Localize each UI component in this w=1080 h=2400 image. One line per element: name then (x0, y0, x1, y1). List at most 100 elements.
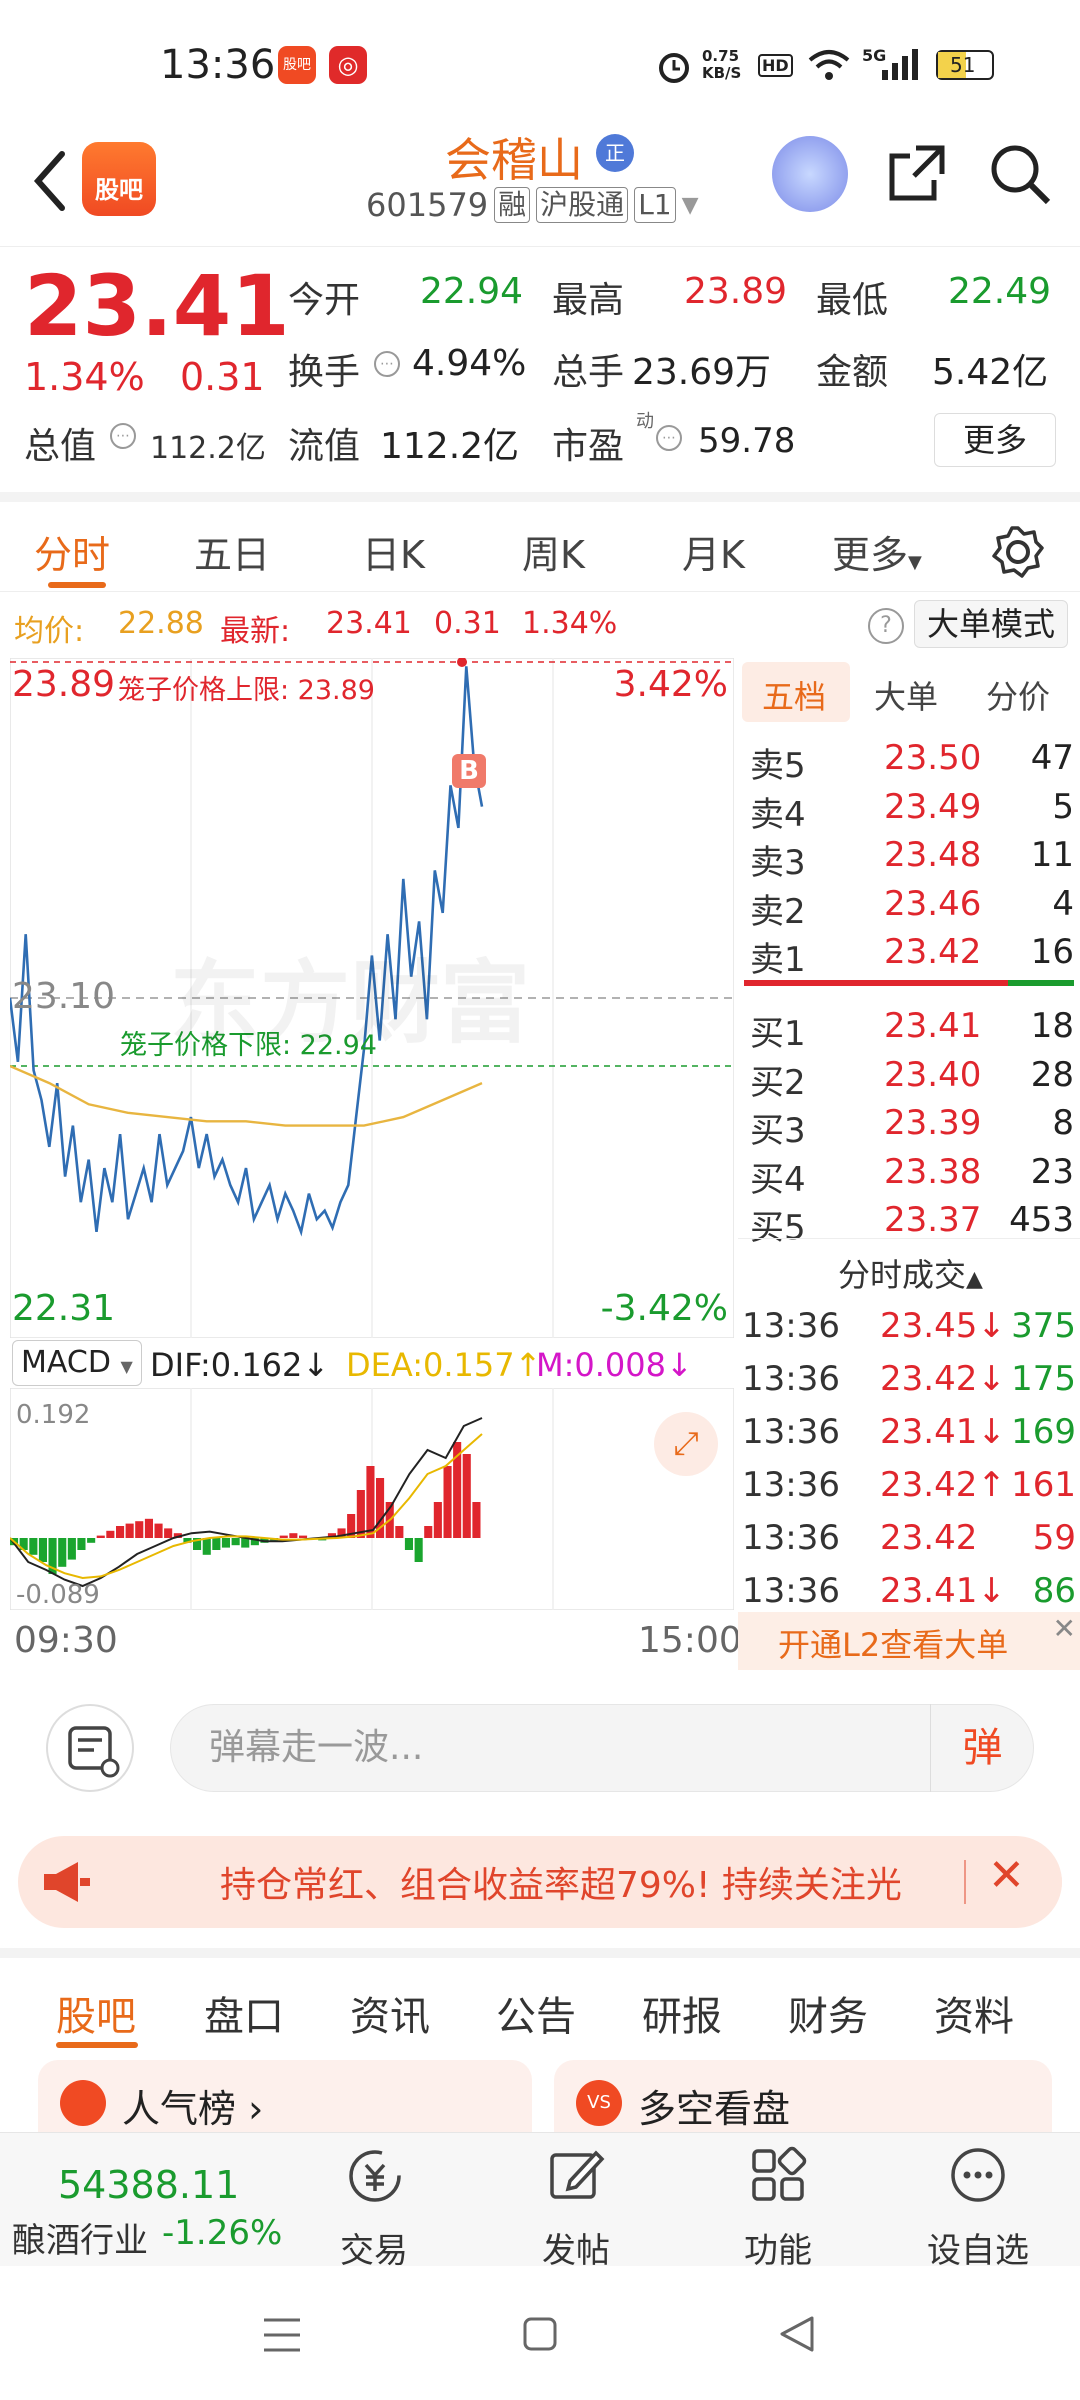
trade-time: 13:36 (742, 1465, 840, 1505)
tab-underline (56, 2042, 138, 2048)
close-icon[interactable]: ✕ (988, 1850, 1025, 1901)
grid-apps-icon[interactable] (748, 2145, 808, 2205)
tab-more[interactable]: 更多▼ (832, 524, 922, 579)
tab-research[interactable]: 研报 (642, 1984, 722, 2042)
macd-m: M:0.008↓ (536, 1346, 693, 1384)
trade-time: 13:36 (742, 1571, 840, 1611)
menu-icon[interactable] (262, 2316, 302, 2354)
guba-logo[interactable]: 股吧 (82, 142, 156, 216)
sell-level-label: 卖2 (750, 891, 806, 932)
tab-weekly-k[interactable]: 周K (522, 524, 585, 579)
exchange-icon[interactable] (344, 2145, 406, 2207)
buy-level-price: 23.40 (884, 1054, 982, 1095)
macd-bar (395, 1526, 404, 1538)
trade-price: 23.42 (880, 1518, 978, 1558)
macd-bar (96, 1535, 105, 1538)
time-start-label: 09:30 (14, 1620, 118, 1661)
chevron-down-icon[interactable]: ▼ (682, 193, 699, 218)
tab-handicap[interactable]: 盘口 (204, 1984, 284, 2042)
order-book: 五档 大单 分价 卖5 23.50 47 卖4 23.49 5 卖3 23.48 11 卖2 23.… (738, 660, 1080, 1670)
alarm-icon (659, 53, 689, 83)
gear-icon[interactable] (990, 524, 1046, 580)
avg-price-line (10, 1064, 483, 1127)
tab-guba[interactable]: 股吧 (56, 1984, 136, 2042)
macd-bottom-label: -0.089 (16, 1580, 100, 1610)
nav-trade[interactable]: 交易 (314, 2223, 434, 2272)
upper-limit-label: 笼子价格上限: 23.89 (118, 675, 375, 706)
sell-level: 卖1 23.42 16 (744, 932, 1074, 980)
index-value[interactable]: 54388.11 (58, 2163, 239, 2207)
tab-daily-k[interactable]: 日K (362, 524, 425, 579)
tab-intraday[interactable]: 分时 (34, 524, 110, 579)
trade-row: 13:36 23.45↓ 375 (742, 1306, 1076, 1356)
tab-price-volume[interactable]: 分价 (986, 672, 1050, 718)
divider (964, 1860, 966, 1904)
expand-icon[interactable]: ⤢ (654, 1412, 718, 1476)
back-arrow-icon[interactable] (28, 146, 78, 216)
help-icon[interactable]: ? (868, 608, 904, 644)
chevron-down-icon: ▼ (908, 552, 922, 573)
share-icon[interactable] (886, 142, 948, 204)
tab-five-level[interactable]: 五档 (762, 672, 826, 718)
buy-level-price: 23.39 (884, 1103, 982, 1143)
mid-price-label: 23.10 (12, 976, 116, 1017)
indicator-selector[interactable]: MACD ▼ (12, 1340, 142, 1386)
latest-percent: 1.34% (522, 606, 618, 641)
more-dots-icon[interactable] (948, 2145, 1008, 2205)
sell-level-volume: 47 (1030, 738, 1074, 778)
vs-icon: VS (576, 2080, 622, 2126)
buy-level-price: 23.37 (884, 1200, 982, 1240)
level1-tag[interactable]: L1 (634, 187, 676, 223)
tab-monthly-k[interactable]: 月K (682, 524, 745, 579)
search-icon[interactable] (988, 142, 1052, 206)
big-order-mode-button[interactable]: 大单模式 (914, 600, 1069, 648)
change-percent: 1.34% (24, 355, 145, 399)
latest-change: 0.31 (434, 606, 501, 641)
index-name[interactable]: 酿酒行业 (12, 2213, 148, 2262)
pe-label: 市盈 (552, 426, 625, 467)
tab-profile[interactable]: 资料 (934, 1984, 1014, 2042)
nav-add-watchlist[interactable]: 设自选 (918, 2223, 1038, 2272)
danmu-toggle-button[interactable]: 弹 (930, 1704, 1034, 1792)
tab-finance[interactable]: 财务 (788, 1984, 868, 2042)
nav-functions[interactable]: 功能 (718, 2223, 838, 2272)
back-icon[interactable] (778, 2314, 816, 2354)
buy-level: 买5 23.37 453 (744, 1200, 1074, 1248)
tab-announcements[interactable]: 公告 (496, 1984, 576, 2042)
sell-level: 卖5 23.50 47 (744, 738, 1074, 786)
danmu-settings-icon[interactable] (46, 1704, 134, 1792)
trades-title[interactable]: 分时成交▲ (838, 1250, 983, 1296)
macd-bar (241, 1538, 250, 1548)
trade-volume: 59 (1032, 1518, 1076, 1558)
float-cap-value: 112.2亿 (380, 426, 520, 467)
info-icon[interactable]: ⋯ (374, 351, 400, 377)
macd-top-label: 0.192 (16, 1400, 91, 1430)
more-button[interactable]: 更多 (934, 413, 1056, 467)
trade-time: 13:36 (742, 1518, 840, 1558)
trade-time: 13:36 (742, 1412, 840, 1452)
sell-level-price: 23.50 (884, 738, 982, 778)
trade-row: 13:36 23.42↑ 161 (742, 1465, 1076, 1515)
sell-level-label: 卖5 (750, 746, 806, 786)
guba-notification-icon: 股吧 (278, 46, 316, 84)
buy-level-label: 买4 (750, 1159, 806, 1200)
promo-text: 持仓常红、组合收益率超79%! 持续关注光 (220, 1865, 902, 1906)
tab-news[interactable]: 资讯 (350, 1984, 430, 2042)
tab-five-day[interactable]: 五日 (194, 524, 270, 579)
promo-banner[interactable]: 持仓常红、组合收益率超79%! 持续关注光 ✕ (18, 1836, 1062, 1928)
tab-big-order[interactable]: 大单 (874, 672, 938, 718)
intraday-chart[interactable]: 23.89 笼子价格上限: 23.89 3.42% 23.10 笼子价格下限: … (10, 658, 734, 1338)
buy-marker[interactable]: B (452, 754, 486, 788)
info-icon[interactable]: ⋯ (656, 425, 682, 451)
watermark: 东方财富 (170, 951, 530, 1056)
trades-title-text: 分时成交 (838, 1256, 967, 1294)
nav-post[interactable]: 发帖 (516, 2223, 636, 2272)
compose-icon[interactable] (546, 2145, 606, 2205)
close-icon[interactable]: ✕ (1053, 1612, 1076, 1645)
home-icon[interactable] (522, 2316, 558, 2352)
danmu-input[interactable]: 弹幕走一波... (170, 1704, 1034, 1792)
robot-assistant-icon[interactable] (772, 136, 848, 212)
macd-bar (29, 1538, 38, 1555)
l2-promo[interactable]: 开通L2查看大单 ✕ (738, 1612, 1080, 1670)
info-icon[interactable]: ⋯ (110, 423, 136, 449)
